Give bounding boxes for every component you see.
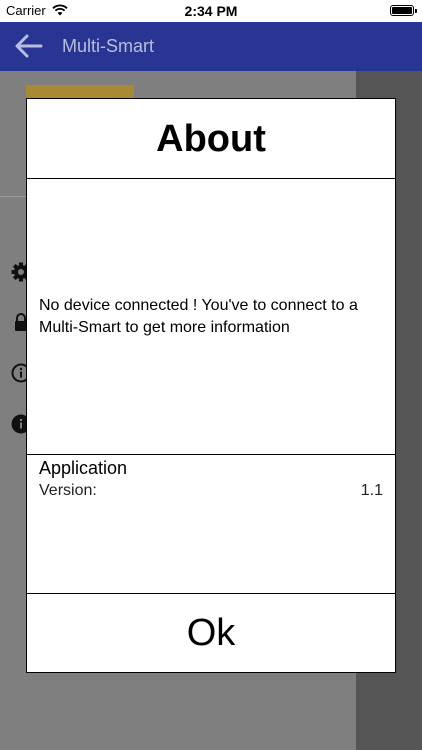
version-label: Version: (39, 482, 97, 499)
dialog-message: No device connected ! You've to connect … (39, 297, 358, 336)
application-section: Application Version: 1.1 (27, 454, 395, 594)
ok-button[interactable]: Ok (27, 594, 395, 672)
dialog-header: About (27, 99, 395, 179)
nav-title: Multi-Smart (62, 36, 155, 56)
about-dialog: About No device connected ! You've to co… (26, 98, 396, 673)
nav-bar: Multi-Smart (0, 22, 422, 71)
status-bar: Carrier 2:34 PM (0, 0, 422, 22)
status-time: 2:34 PM (184, 3, 238, 19)
section-heading: Application (39, 458, 128, 478)
background-divider (0, 196, 26, 197)
dialog-title: About (156, 118, 266, 160)
arrow-left-icon[interactable] (14, 32, 44, 60)
version-value: 1.1 (360, 482, 383, 499)
battery-icon (390, 5, 417, 16)
